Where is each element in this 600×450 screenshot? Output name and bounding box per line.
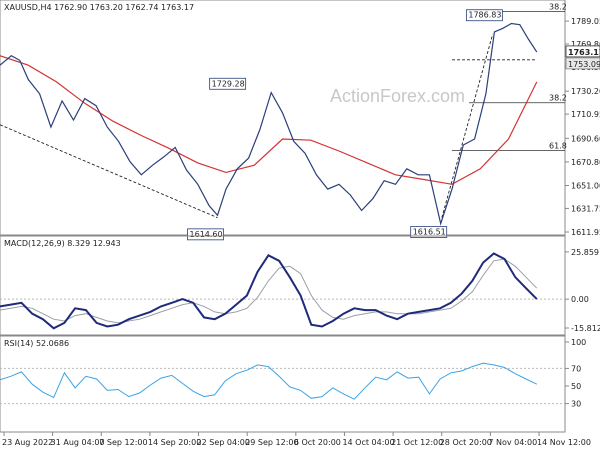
price-y-tick-label: 1611.95 xyxy=(571,228,600,237)
annotation-label: 1786.83 xyxy=(468,11,501,20)
x-tick-label: 14 Nov 12:00 xyxy=(537,438,591,447)
price-y-tick-label: 1670.80 xyxy=(571,158,600,167)
fib-label: 38.2 xyxy=(549,3,567,12)
macd-y-tick-label: -15.812 xyxy=(571,324,600,333)
price-y-tick-label: 1730.20 xyxy=(571,87,600,96)
x-tick-label: 23 Aug 2022 xyxy=(2,438,53,447)
x-tick-label: 21 Oct 12:00 xyxy=(391,438,443,447)
rsi-y-tick-label: 70 xyxy=(571,364,581,373)
price-header: XAUUSD,H4 1762.90 1763.20 1762.74 1763.1… xyxy=(4,3,194,12)
ref-level-label: 1753.09 xyxy=(568,60,600,69)
x-tick-label: 28 Oct 20:00 xyxy=(440,438,492,447)
price-y-tick-label: 1710.95 xyxy=(571,110,600,119)
x-tick-label: 7 Nov 04:00 xyxy=(488,438,537,447)
price-y-tick-label: 1789.05 xyxy=(571,17,600,26)
macd-y-tick-label: 25.859 xyxy=(571,248,599,257)
price-y-tick-label: 1651.00 xyxy=(571,181,600,190)
x-tick-label: 14 Sep 20:00 xyxy=(148,438,201,447)
fib-label: 38.2 xyxy=(549,94,567,103)
x-tick-label: 22 Sep 04:00 xyxy=(197,438,250,447)
current-price-label: 1763.17 xyxy=(568,48,600,57)
price-y-tick-label: 1631.75 xyxy=(571,204,600,213)
rsi-header: RSI(14) 52.0686 xyxy=(4,339,69,348)
annotation-label: 1614.60 xyxy=(190,230,223,239)
annotation-label: 1616.51 xyxy=(413,228,446,237)
macd-y-tick-label: 0.00 xyxy=(571,295,589,304)
x-tick-label: 14 Oct 04:00 xyxy=(342,438,394,447)
fib-label: 61.8 xyxy=(549,141,567,150)
forex-chart: XAUUSD,H4 1762.90 1763.20 1762.74 1763.1… xyxy=(0,0,600,450)
rsi-y-tick-label: 30 xyxy=(571,400,581,409)
x-tick-label: 31 Aug 04:00 xyxy=(51,438,105,447)
price-y-tick-label: 1690.60 xyxy=(571,134,600,143)
x-tick-label: 29 Sep 12:00 xyxy=(245,438,298,447)
rsi-y-tick-label: 100 xyxy=(571,338,586,347)
macd-header: MACD(12,26,9) 8.329 12.943 xyxy=(4,239,121,248)
annotation-label: 1729.28 xyxy=(212,79,245,88)
x-tick-label: 6 Oct 20:00 xyxy=(294,438,341,447)
rsi-y-tick-label: 50 xyxy=(571,382,581,391)
x-tick-label: 7 Sep 12:00 xyxy=(99,438,147,447)
chart-background xyxy=(0,0,600,450)
watermark: ActionForex.com xyxy=(330,86,465,106)
